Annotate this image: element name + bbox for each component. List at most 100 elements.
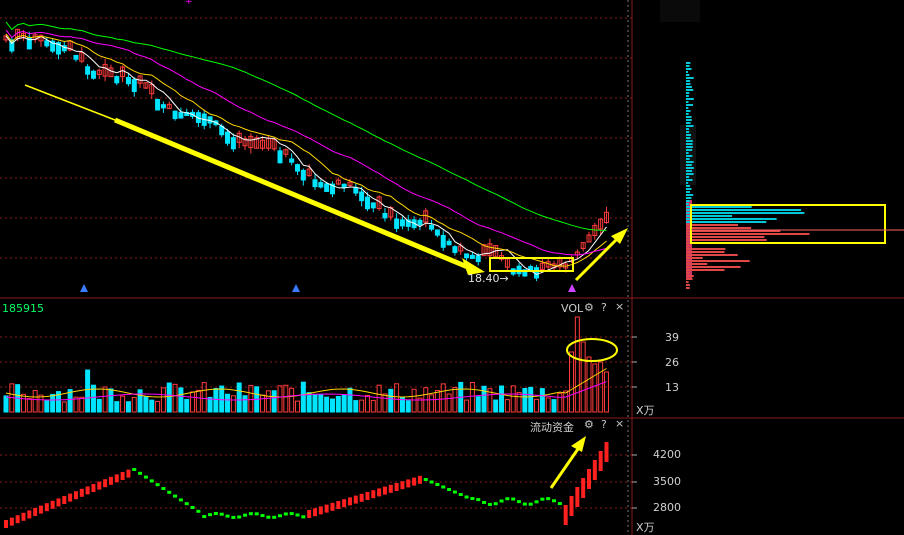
- volume-bar: [586, 356, 592, 413]
- profile-bar: [686, 62, 691, 64]
- profile-bar: [686, 212, 805, 214]
- vol-gear-icon[interactable]: ⚙: [584, 301, 594, 314]
- flow-bar: [213, 512, 218, 516]
- profile-bar: [686, 203, 689, 205]
- low-price-label: 18.40→: [468, 272, 509, 285]
- flow-bar: [248, 512, 253, 516]
- volume-bar: [440, 383, 446, 413]
- profile-bar: [686, 254, 738, 256]
- volume-bar: [236, 382, 242, 413]
- profile-bar: [686, 137, 691, 139]
- flow-bar: [435, 483, 440, 486]
- flow-bar: [44, 503, 49, 512]
- volume-bar: [44, 399, 50, 413]
- volume-highlight-ellipse: [566, 338, 618, 362]
- vol-help-icon[interactable]: ?: [601, 301, 607, 314]
- profile-bar: [686, 116, 692, 118]
- volume-bar: [528, 386, 534, 413]
- candle-body: [44, 40, 50, 47]
- candle-body: [277, 150, 283, 164]
- flow-bar: [50, 500, 55, 509]
- flow-bar: [417, 475, 422, 484]
- vol-tick-26: 26: [665, 356, 679, 369]
- flow-bar: [458, 493, 463, 496]
- flow-bar: [103, 479, 108, 488]
- candle-body: [131, 79, 137, 93]
- volume-bar: [143, 396, 149, 413]
- flow-bar: [412, 477, 417, 486]
- volume-bar: [335, 395, 341, 413]
- volume-bar: [85, 369, 91, 413]
- candle-body: [160, 104, 166, 109]
- candle-body: [434, 229, 440, 236]
- profile-bar: [686, 227, 752, 229]
- volume-bar: [341, 394, 347, 413]
- volume-bar: [265, 390, 271, 413]
- profile-bar: [686, 92, 690, 94]
- volume-bar: [137, 389, 143, 413]
- flow-bar: [184, 502, 189, 506]
- candle-body: [289, 158, 295, 163]
- volume-bar: [166, 382, 172, 413]
- profile-bar: [686, 110, 691, 112]
- trend-line-thin: [24, 84, 116, 121]
- profile-bar: [686, 179, 693, 181]
- volume-bar: [376, 384, 382, 413]
- volume-bar: [120, 395, 126, 413]
- flow-bar: [464, 495, 469, 499]
- volume-bar: [370, 399, 376, 413]
- marker-triangle: [292, 284, 300, 292]
- flow-bar: [178, 498, 183, 502]
- flow-bar: [9, 517, 14, 526]
- volume-bar: [324, 396, 330, 413]
- candle-body: [534, 267, 540, 279]
- flow-bar: [278, 514, 283, 518]
- flow-close-icon[interactable]: ×: [615, 417, 624, 430]
- flow-bar: [21, 512, 26, 521]
- profile-bar: [686, 281, 689, 283]
- flow-bar: [225, 514, 230, 518]
- profile-bar: [686, 269, 725, 271]
- profile-bar: [686, 266, 741, 268]
- volume-bar: [207, 396, 213, 413]
- flow-bar: [208, 513, 213, 517]
- flow-bar: [476, 498, 481, 502]
- profile-bar: [686, 83, 691, 85]
- candle-body: [417, 219, 423, 226]
- flow-bar: [604, 442, 609, 462]
- flow-bar: [301, 515, 306, 519]
- flow-unit: X万: [636, 521, 655, 534]
- vol-close-icon[interactable]: ×: [615, 300, 624, 313]
- flow-help-icon[interactable]: ?: [601, 418, 607, 431]
- candle-body: [452, 246, 458, 253]
- flow-bar: [120, 472, 125, 480]
- volume-bar: [592, 363, 598, 413]
- volume-bar: [504, 399, 510, 413]
- profile-bar: [686, 107, 689, 109]
- flow-bar: [482, 500, 487, 504]
- flow-bar: [266, 515, 271, 519]
- flow-bar: [441, 485, 446, 489]
- volume-bar: [271, 390, 277, 413]
- flow-bar: [318, 506, 323, 515]
- volume-bar: [429, 394, 435, 413]
- volume-bar: [574, 316, 580, 413]
- top-marker: +: [185, 0, 193, 7]
- candle-body: [464, 253, 470, 259]
- profile-bar: [686, 215, 733, 217]
- volume-bar: [38, 394, 44, 413]
- flow-bar: [447, 488, 452, 491]
- flow-bar: [429, 480, 434, 484]
- stock-chart: +: [0, 0, 904, 535]
- flow-bar: [126, 469, 131, 478]
- profile-bar: [686, 257, 703, 259]
- flow-bar: [522, 502, 527, 506]
- candle-body: [178, 111, 184, 119]
- flow-bar: [487, 502, 492, 506]
- flow-bar: [365, 492, 370, 500]
- flow-bar: [254, 512, 259, 516]
- volume-bar: [318, 394, 324, 413]
- profile-bar: [686, 170, 693, 172]
- flow-gear-icon[interactable]: ⚙: [584, 418, 594, 431]
- flow-bar: [336, 501, 341, 509]
